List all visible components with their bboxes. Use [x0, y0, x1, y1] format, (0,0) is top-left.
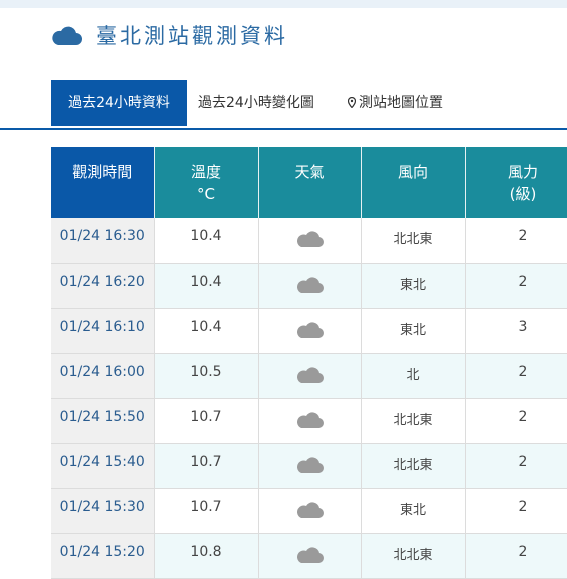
cloudy-icon [296, 456, 324, 473]
cell-wind-force: 3 [465, 308, 567, 354]
cell-temp: 10.4 [154, 263, 259, 309]
top-strip [0, 0, 567, 8]
table-row: 01/24 16:20 10.4 東北 2 [51, 263, 567, 309]
page-title: 臺北測站觀測資料 [96, 24, 288, 48]
cell-temp: 10.5 [154, 353, 259, 399]
col-header-temp: 溫度 °C [154, 147, 259, 218]
tab-past-24h-data[interactable]: 過去24小時資料 [51, 80, 187, 126]
cloudy-icon [296, 321, 324, 338]
tab-label: 過去24小時資料 [68, 95, 170, 111]
cell-wind-force: 2 [465, 488, 567, 534]
cell-temp: 10.4 [154, 308, 259, 354]
cell-wind-dir: 北北東 [361, 533, 466, 579]
table-row: 01/24 15:30 10.7 東北 2 [51, 488, 567, 534]
cell-wind-force: 2 [465, 218, 567, 264]
table-row: 01/24 16:10 10.4 東北 3 [51, 308, 567, 354]
cell-wind-force: 2 [465, 533, 567, 579]
tab-bar: 過去24小時資料 過去24小時變化圖 測站地圖位置 [0, 80, 567, 130]
observation-table: 觀測時間 溫度 °C 天氣 風向 風力 (級) 01/24 16:30 10.4 北北東… [51, 147, 567, 579]
cloudy-icon [296, 501, 324, 518]
cell-weather [258, 398, 362, 444]
cell-time: 01/24 16:30 [51, 218, 155, 264]
cell-wind-force: 2 [465, 263, 567, 309]
cell-wind-dir: 北北東 [361, 398, 466, 444]
cell-time: 01/24 15:20 [51, 533, 155, 579]
tab-past-24h-chart[interactable]: 過去24小時變化圖 [198, 80, 314, 126]
map-pin-icon [348, 97, 356, 108]
cell-time: 01/24 16:10 [51, 308, 155, 354]
table-row: 01/24 16:30 10.4 北北東 2 [51, 218, 567, 264]
cell-weather [258, 218, 362, 264]
cell-time: 01/24 15:30 [51, 488, 155, 534]
cell-wind-dir: 北北東 [361, 218, 466, 264]
cell-time: 01/24 15:50 [51, 398, 155, 444]
cloudy-icon [296, 231, 324, 247]
cell-weather [258, 353, 362, 399]
col-header-weather: 天氣 [258, 147, 362, 218]
cloudy-icon [296, 411, 324, 428]
cell-wind-dir: 東北 [361, 308, 466, 354]
cloudy-icon [296, 276, 324, 293]
table-row: 01/24 15:20 10.8 北北東 2 [51, 533, 567, 579]
tab-label: 過去24小時變化圖 [198, 95, 314, 111]
table-row: 01/24 15:50 10.7 北北東 2 [51, 398, 567, 444]
cell-time: 01/24 15:40 [51, 443, 155, 489]
cell-weather [258, 488, 362, 534]
cell-weather [258, 443, 362, 489]
cell-time: 01/24 16:00 [51, 353, 155, 399]
tab-station-map[interactable]: 測站地圖位置 [348, 80, 443, 126]
table-header-row: 觀測時間 溫度 °C 天氣 風向 風力 (級) [51, 147, 567, 218]
page-header: 臺北測站觀測資料 [50, 20, 288, 50]
cell-wind-dir: 東北 [361, 488, 466, 534]
cloudy-icon [296, 366, 324, 383]
cell-wind-dir: 東北 [361, 263, 466, 309]
cell-wind-dir: 北北東 [361, 443, 466, 489]
cloudy-icon [296, 546, 324, 563]
col-header-time: 觀測時間 [51, 147, 155, 218]
cell-wind-force: 2 [465, 353, 567, 399]
cloud-icon [52, 26, 82, 45]
cell-time: 01/24 16:20 [51, 263, 155, 309]
col-header-wind-force: 風力 (級) [465, 147, 567, 218]
cell-weather [258, 308, 362, 354]
table-row: 01/24 15:40 10.7 北北東 2 [51, 443, 567, 489]
tab-label: 測站地圖位置 [359, 95, 443, 111]
table-row: 01/24 16:00 10.5 北 2 [51, 353, 567, 399]
cell-temp: 10.7 [154, 398, 259, 444]
cell-wind-dir: 北 [361, 353, 466, 399]
cell-weather [258, 263, 362, 309]
cell-weather [258, 533, 362, 579]
cell-temp: 10.4 [154, 218, 259, 264]
cell-temp: 10.8 [154, 533, 259, 579]
col-header-wind-dir: 風向 [361, 147, 466, 218]
cell-wind-force: 2 [465, 398, 567, 444]
cell-temp: 10.7 [154, 488, 259, 534]
cell-temp: 10.7 [154, 443, 259, 489]
cell-wind-force: 2 [465, 443, 567, 489]
